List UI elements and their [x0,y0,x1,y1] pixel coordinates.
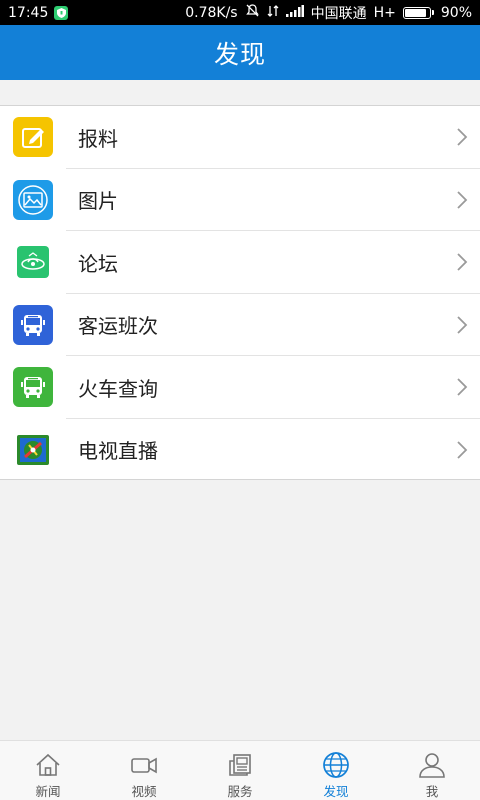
menu-item-coach-schedule[interactable]: 客运班次 [0,294,480,356]
nav-tab-video[interactable]: 视频 [96,741,192,800]
nav-label: 视频 [131,784,157,799]
chevron-right-icon [457,128,468,146]
status-bar: 17:45 0.78K/s 中国联通 H+ 90% [0,0,480,25]
page-title: 发现 [213,39,266,69]
nav-label: 服务 [227,784,253,799]
menu-item-pictures[interactable]: 图片 [0,169,480,231]
mute-bell-icon [245,3,260,22]
nav-label: 发现 [323,784,349,799]
carrier-name: 中国联通 [310,5,367,22]
nav-tab-services[interactable]: 服务 [192,741,288,800]
chevron-right-icon [457,253,468,271]
menu-item-label: 报料 [78,126,118,151]
train-icon [13,367,53,407]
nav-label: 新闻 [35,784,61,799]
discover-menu-list: 报料 图片 论坛 客运班次 火车查询 电视直播 [0,105,480,480]
bottom-navigation: 新闻 视频 服务 发现 我 [0,740,480,800]
home-icon [36,753,60,776]
nav-tab-news[interactable]: 新闻 [0,741,96,800]
chevron-right-icon [457,440,468,459]
app-header: 发现 [0,25,480,80]
chevron-right-icon [457,190,468,209]
nav-tab-me[interactable]: 我 [384,741,480,800]
security-shield-icon [54,5,69,20]
chevron-right-icon [457,315,468,334]
menu-item-label: 客运班次 [78,314,158,339]
edit-icon [13,117,53,157]
nav-label: 我 [425,784,439,799]
menu-item-forum[interactable]: 论坛 [0,231,480,294]
tv-live-icon [17,434,49,465]
menu-item-label: 图片 [78,189,118,214]
globe-icon [323,752,349,778]
menu-item-label: 论坛 [78,251,118,276]
menu-item-label: 火车查询 [78,376,158,401]
bus-icon [13,304,53,345]
user-icon [419,753,445,778]
chevron-right-icon [457,378,468,396]
nav-tab-discover[interactable]: 发现 [288,741,384,800]
menu-item-report[interactable]: 报料 [0,106,480,169]
menu-item-train-query[interactable]: 火车查询 [0,356,480,419]
video-icon [131,757,157,774]
service-icon [229,754,251,776]
battery-icon [402,6,434,19]
menu-item-tv-live[interactable]: 电视直播 [0,419,480,482]
clock: 17:45 [8,4,49,21]
forum-icon [17,246,49,278]
network-type: H+ [373,4,396,21]
data-transfer-icon [267,4,279,22]
network-speed: 0.78K/s [185,4,238,21]
battery-percent: 90% [440,4,472,21]
menu-item-label: 电视直播 [78,439,158,464]
signal-icon [285,4,304,21]
image-icon [13,179,53,220]
